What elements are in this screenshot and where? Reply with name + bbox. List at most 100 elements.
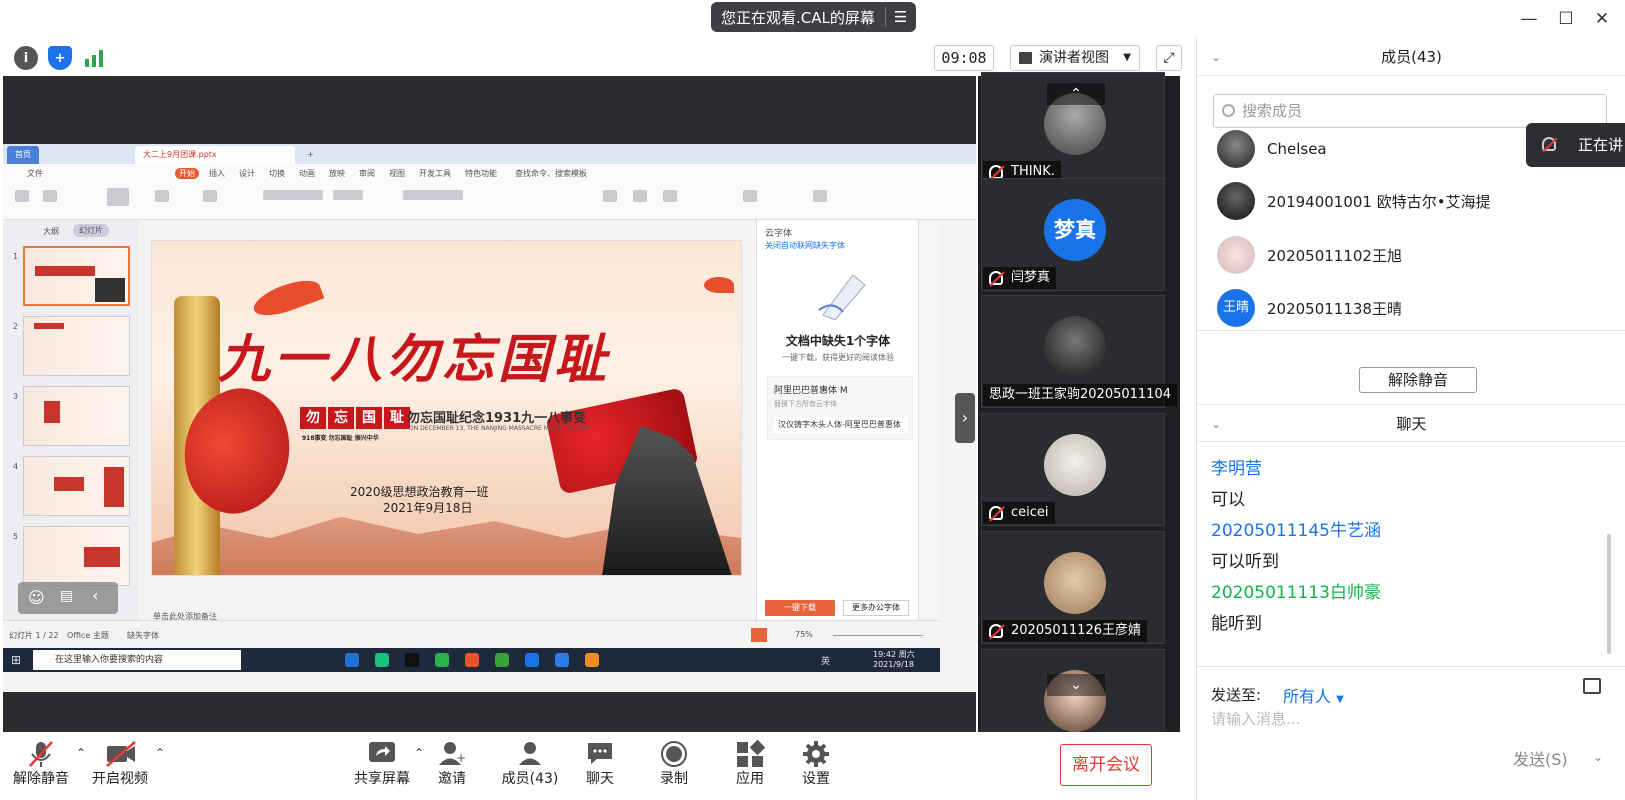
paste-icon[interactable]: [15, 190, 29, 202]
app-icon[interactable]: [495, 653, 509, 667]
view-mode-dropdown[interactable]: 演讲者视图 ▼: [1010, 45, 1140, 71]
start-video-button[interactable]: 开启视频: [80, 740, 160, 788]
info-icon[interactable]: i: [14, 46, 38, 70]
invite-button[interactable]: + 邀请: [422, 740, 482, 788]
participant-tile[interactable]: 梦真 闫梦真: [981, 178, 1165, 291]
unmute-button[interactable]: 解除静音: [1, 740, 81, 788]
emoji-icon[interactable]: ☺: [28, 588, 45, 607]
play-icon[interactable]: [751, 628, 767, 642]
ppt-icon[interactable]: [585, 653, 599, 667]
slide-thumb-4[interactable]: [23, 456, 130, 516]
collapse-gallery-icon[interactable]: ›: [955, 393, 975, 443]
members-button[interactable]: 成员(43): [490, 740, 570, 788]
input-lang[interactable]: 英: [821, 654, 830, 667]
menu-item[interactable]: 切换: [269, 168, 285, 179]
member-row[interactable]: 王晴 20205011138王晴: [1217, 288, 1402, 328]
floating-controls[interactable]: ☺ ▤ ‹: [18, 582, 118, 614]
missing-font-status[interactable]: 缺失字体: [127, 630, 159, 641]
zoom-slider[interactable]: [833, 635, 923, 636]
qq-icon[interactable]: [405, 653, 419, 667]
participant-tile[interactable]: ⌃ THINK.: [981, 72, 1165, 185]
start-icon[interactable]: ⊞: [11, 653, 21, 667]
taskbar-clock[interactable]: 19:42 周六 2021/9/18: [873, 650, 915, 670]
font-item[interactable]: 汉仪铸字木头人体-阿里巴巴普惠体: [774, 417, 908, 433]
paragraph-tools[interactable]: [403, 190, 463, 200]
slide-thumb-5[interactable]: [23, 526, 130, 586]
chevron-down-icon[interactable]: ⌄: [1047, 674, 1105, 696]
settings-button[interactable]: 设置: [786, 740, 846, 788]
members-panel-header[interactable]: ⌄ 成员(43): [1197, 38, 1625, 76]
menu-item[interactable]: 审阅: [359, 168, 375, 179]
signal-strength-icon[interactable]: [82, 46, 106, 70]
member-row[interactable]: 20194001001 欧特古尔•艾海提: [1217, 181, 1491, 221]
tab-document[interactable]: 大二上9月团课.pptx: [135, 146, 295, 164]
layout-icon[interactable]: [203, 190, 217, 202]
chat-button[interactable]: 聊天: [570, 740, 630, 788]
outline-tab[interactable]: 大纲: [43, 226, 59, 237]
chevron-down-icon[interactable]: ⌄: [1593, 750, 1603, 764]
font-panel-link[interactable]: 关闭自动联网缺失字体: [765, 240, 845, 251]
menu-item[interactable]: 插入: [209, 168, 225, 179]
taskbar-search[interactable]: 在这里输入你要搜索的内容: [33, 650, 241, 670]
shape-icon[interactable]: [633, 190, 647, 202]
close-icon[interactable]: ✕: [1591, 8, 1613, 30]
chat-message-input[interactable]: 请输入消息...: [1211, 706, 1601, 732]
screen-share-banner[interactable]: 您正在观看.CAL的屏幕 ☰: [711, 2, 916, 32]
menu-item[interactable]: 特色功能: [465, 168, 497, 179]
member-row[interactable]: 20205011102王旭: [1217, 235, 1402, 275]
leave-meeting-button[interactable]: 离开会议: [1060, 744, 1152, 786]
minimize-icon[interactable]: —: [1518, 8, 1540, 30]
more-fonts-button[interactable]: 更多办公字体: [843, 600, 909, 616]
chat-panel-header[interactable]: ⌄ 聊天: [1197, 404, 1625, 442]
menu-item[interactable]: 设计: [239, 168, 255, 179]
chevron-down-icon[interactable]: ⌄: [1211, 38, 1221, 76]
slide-thumb-2[interactable]: [23, 316, 130, 376]
record-button[interactable]: 录制: [644, 740, 704, 788]
chevron-down-icon[interactable]: ⌄: [1211, 405, 1221, 443]
command-search[interactable]: 查找命令、搜索模板: [515, 168, 587, 179]
picture-icon[interactable]: [663, 190, 677, 202]
chat-bubble-icon[interactable]: ▤: [60, 588, 73, 604]
chevron-up-icon[interactable]: ⌃: [155, 746, 165, 760]
slide-thumb-1[interactable]: [23, 246, 130, 306]
banner-menu-icon[interactable]: ☰: [894, 8, 907, 26]
download-fonts-button[interactable]: 一键下载: [765, 600, 835, 616]
maximize-icon[interactable]: ☐: [1555, 8, 1577, 30]
font-select[interactable]: [263, 190, 323, 200]
office-icon[interactable]: [465, 653, 479, 667]
edge-icon[interactable]: [345, 653, 359, 667]
slides-tab[interactable]: 幻灯片: [73, 224, 109, 237]
chevron-up-icon[interactable]: ⌃: [1047, 83, 1105, 105]
send-button[interactable]: 发送(S): [1513, 746, 1568, 770]
send-to-dropdown[interactable]: 所有人 ▼: [1283, 683, 1344, 707]
slide-thumb-3[interactable]: [23, 386, 130, 446]
participant-tile[interactable]: 思政一班王家驹20205011104: [981, 295, 1177, 408]
menu-item[interactable]: 放映: [329, 168, 345, 179]
menu-item[interactable]: 开发工具: [419, 168, 451, 179]
image-icon[interactable]: [1583, 678, 1601, 694]
meeting-icon[interactable]: [555, 653, 569, 667]
new-slide-icon[interactable]: [155, 190, 169, 202]
participant-tile[interactable]: 20205011126王彦婧: [981, 531, 1165, 644]
cut-icon[interactable]: [43, 190, 57, 202]
edge-new-icon[interactable]: [375, 653, 389, 667]
fullscreen-icon[interactable]: ⤢: [1156, 45, 1182, 71]
menu-item[interactable]: 视图: [389, 168, 405, 179]
find-icon[interactable]: [743, 190, 757, 202]
tools-icon[interactable]: [813, 190, 827, 202]
security-shield-icon[interactable]: +: [48, 46, 72, 70]
apps-button[interactable]: 应用: [720, 739, 780, 788]
menu-item[interactable]: 动画: [299, 168, 315, 179]
slideshow-icon[interactable]: [107, 188, 129, 206]
menu-item[interactable]: 开始: [175, 168, 199, 179]
menu-item[interactable]: 文件: [27, 168, 43, 179]
new-tab-icon[interactable]: +: [299, 146, 322, 164]
unmute-all-button[interactable]: 解除静音: [1359, 367, 1477, 393]
word-icon[interactable]: [525, 653, 539, 667]
textbox-icon[interactable]: [603, 190, 617, 202]
chat-scrollbar[interactable]: [1607, 534, 1611, 654]
tab-home[interactable]: 首页: [7, 146, 39, 164]
participant-tile[interactable]: ceicei: [981, 413, 1165, 526]
chevron-left-icon[interactable]: ‹: [92, 586, 98, 605]
font-size-select[interactable]: [333, 190, 363, 200]
